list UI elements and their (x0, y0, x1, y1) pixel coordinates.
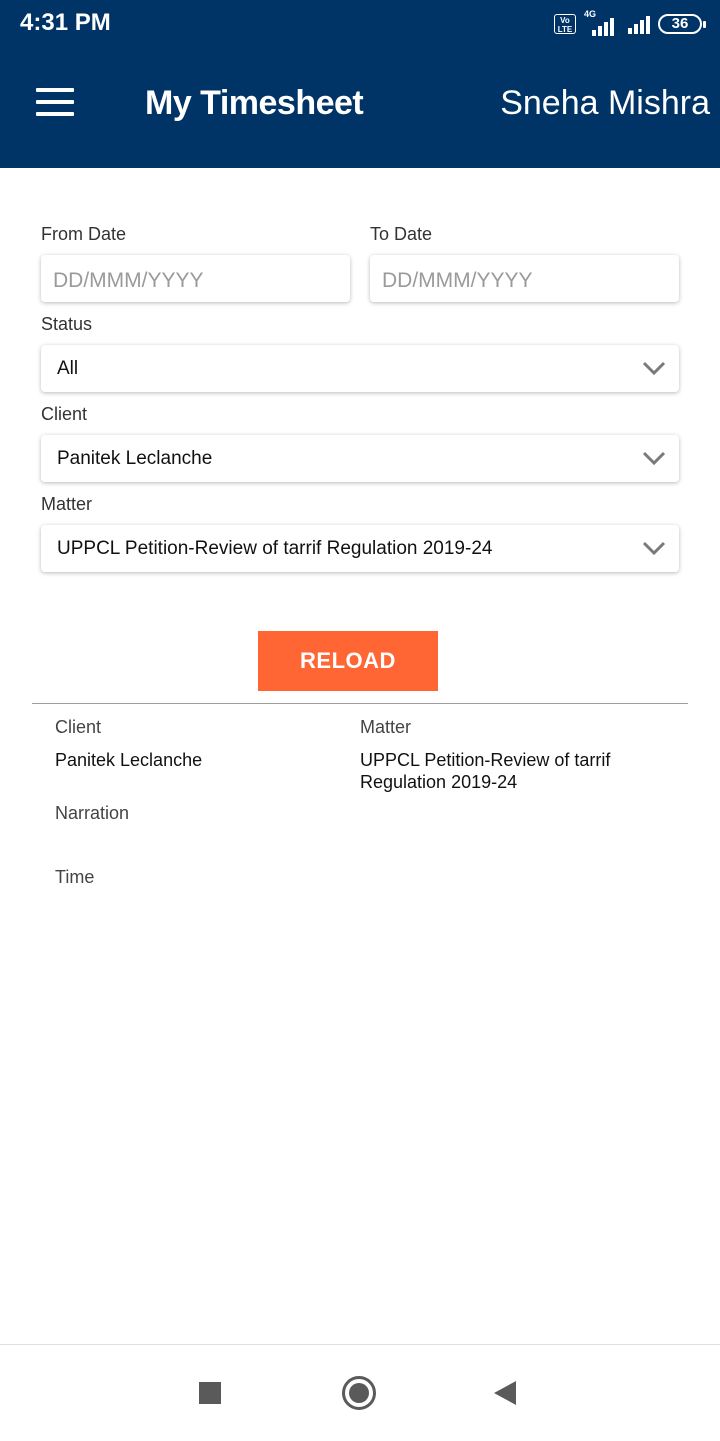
volte-icon: Vo LTE (554, 14, 576, 34)
matter-select[interactable]: UPPCL Petition-Review of tarrif Regulati… (41, 525, 679, 572)
battery-icon: 36 (658, 14, 706, 34)
result-matter-value: UPPCL Petition-Review of tarrif Regulati… (360, 750, 611, 792)
reload-button[interactable]: RELOAD (258, 631, 438, 691)
matter-label: Matter (41, 494, 93, 514)
from-date-label: From Date (41, 224, 127, 244)
app-header: 4:31 PM Vo LTE 4G 36 My Timesheet Sneha M… (0, 0, 720, 168)
result-time-label: Time (55, 867, 95, 887)
page-title: My Timesheet (145, 84, 364, 122)
client-select[interactable]: Panitek Leclanche (41, 435, 679, 482)
to-date-label: To Date (370, 224, 433, 244)
chevron-down-icon (642, 451, 666, 466)
from-date-input[interactable]: DD/MMM/YYYY (41, 255, 350, 302)
client-selected-value: Panitek Leclanche (57, 448, 213, 469)
home-circle-icon[interactable] (342, 1376, 376, 1410)
status-time: 4:31 PM (20, 9, 111, 36)
result-client-label: Client (55, 717, 102, 737)
user-name: Sneha Mishra (500, 84, 710, 122)
system-nav-bar (0, 1344, 720, 1441)
to-date-input[interactable]: DD/MMM/YYYY (370, 255, 679, 302)
recents-square-icon[interactable] (199, 1382, 221, 1404)
matter-selected-value: UPPCL Petition-Review of tarrif Regulati… (57, 538, 493, 559)
signal-4g-icon: 4G (584, 9, 618, 37)
status-icons: Vo LTE 4G 36 (554, 9, 706, 38)
hamburger-menu-icon[interactable] (36, 88, 76, 118)
divider (32, 703, 688, 704)
result-narration-label: Narration (55, 803, 130, 823)
signal-icon (628, 14, 650, 34)
back-triangle-icon[interactable] (494, 1381, 516, 1405)
chevron-down-icon (642, 361, 666, 376)
status-label: Status (41, 314, 93, 334)
chevron-down-icon (642, 541, 666, 556)
client-label: Client (41, 404, 88, 424)
status-select[interactable]: All (41, 345, 679, 392)
status-bar: 4:31 PM Vo LTE 4G 36 (0, 0, 720, 50)
result-matter-label: Matter (360, 717, 412, 737)
status-selected-value: All (57, 358, 79, 379)
result-client-value: Panitek Leclanche (55, 750, 203, 770)
